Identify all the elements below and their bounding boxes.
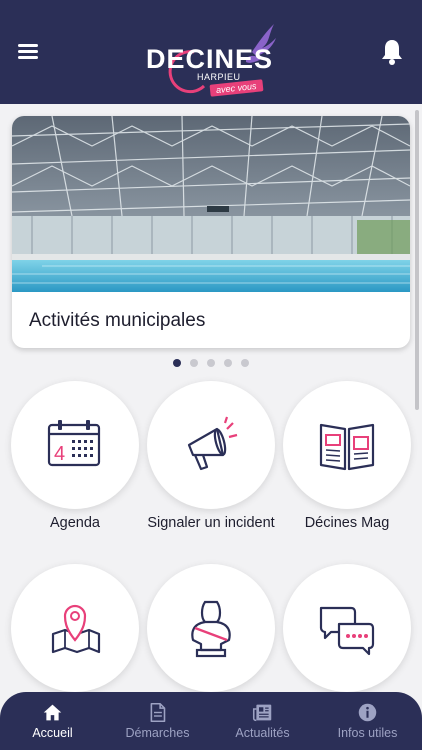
magazine-icon — [319, 423, 375, 471]
nav-actualites[interactable]: Actualités — [210, 692, 315, 750]
nav-infos-utiles-label: Infos utiles — [337, 726, 398, 740]
report-incident-label: Signaler un incident — [147, 515, 275, 531]
menu-icon[interactable] — [18, 42, 40, 60]
chat-bubbles-icon — [319, 606, 375, 656]
map-pin-icon — [51, 604, 101, 654]
info-icon — [358, 703, 377, 722]
pagination-dot[interactable] — [207, 359, 215, 367]
pagination-dot[interactable] — [224, 359, 232, 367]
agenda-tile[interactable]: 4 — [11, 381, 139, 509]
pagination-dot[interactable] — [173, 359, 181, 367]
scrollbar[interactable] — [415, 110, 419, 410]
contact-tile[interactable] — [283, 564, 411, 692]
bottom-navigation: Accueil Démarches Actualités Infos utile… — [0, 692, 422, 750]
decines-mag-tile[interactable] — [283, 381, 411, 509]
nav-accueil-label: Accueil — [32, 726, 73, 740]
map-tile[interactable] — [11, 564, 139, 692]
carousel-title: Activités municipales — [29, 310, 206, 331]
calendar-icon: 4 — [47, 420, 101, 467]
home-icon — [43, 704, 62, 721]
heritage-tile[interactable] — [147, 564, 275, 692]
swimming-pool-photo — [12, 116, 410, 292]
megaphone-icon — [187, 416, 238, 471]
svg-text:4: 4 — [54, 443, 65, 465]
report-incident-tile[interactable] — [147, 381, 275, 509]
nav-accueil[interactable]: Accueil — [0, 692, 105, 750]
carousel-card[interactable]: Activités municipales — [12, 116, 410, 348]
app-header: DECINES HARPIEU avec vous — [0, 0, 422, 104]
newspaper-icon — [252, 704, 272, 722]
pagination-dot[interactable] — [190, 359, 198, 367]
logo-subtext: HARPIEU — [197, 72, 241, 82]
document-icon — [150, 702, 166, 723]
decines-mag-label: Décines Mag — [304, 515, 390, 531]
nav-infos-utiles[interactable]: Infos utiles — [315, 692, 420, 750]
pagination-dot[interactable] — [241, 359, 249, 367]
decines-logo: DECINES HARPIEU avec vous — [142, 12, 282, 97]
bust-icon — [191, 600, 231, 658]
nav-demarches-label: Démarches — [125, 726, 190, 740]
nav-demarches[interactable]: Démarches — [105, 692, 210, 750]
notification-bell-icon[interactable] — [380, 38, 404, 66]
nav-actualites-label: Actualités — [235, 726, 290, 740]
logo-text: DECINES — [146, 44, 274, 74]
agenda-label: Agenda — [50, 515, 100, 531]
